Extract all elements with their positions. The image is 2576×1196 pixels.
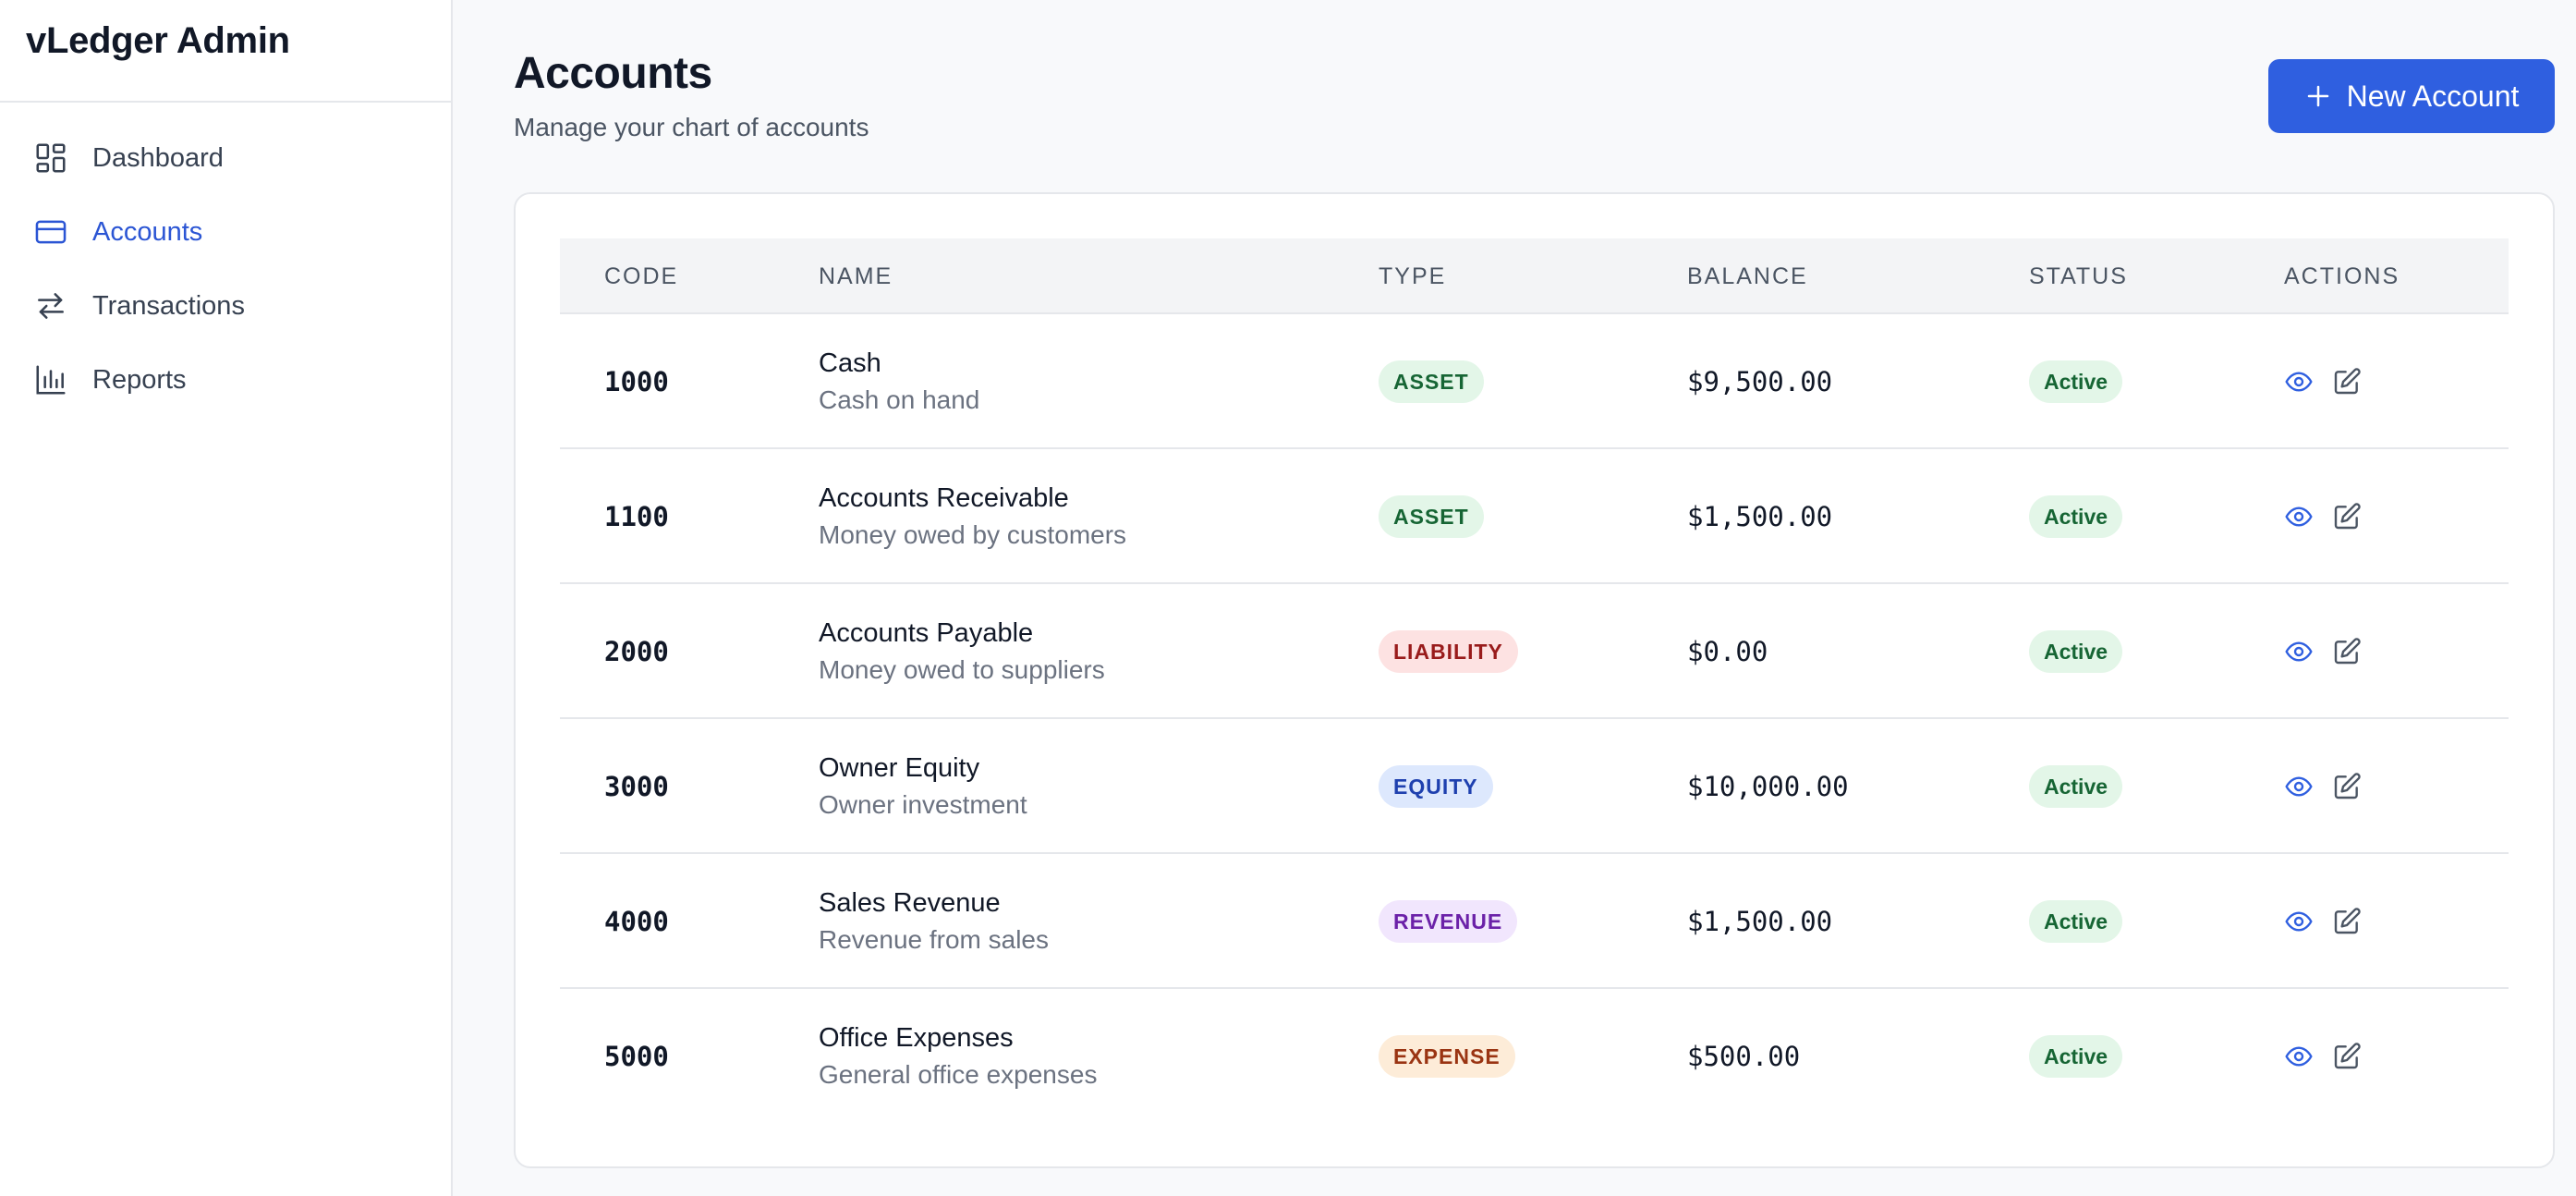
status-badge: Active bbox=[2029, 360, 2123, 403]
edit-icon[interactable] bbox=[2332, 772, 2362, 801]
account-code: 3000 bbox=[604, 771, 669, 802]
account-name: Sales Revenue bbox=[819, 888, 1001, 918]
account-description: Owner investment bbox=[819, 790, 1027, 819]
page-subtitle: Manage your chart of accounts bbox=[514, 113, 869, 141]
sidebar: vLedger Admin Dashboard Accounts Transac… bbox=[0, 0, 453, 1196]
type-badge: REVENUE bbox=[1379, 900, 1518, 943]
sidebar-item-transactions[interactable]: Transactions bbox=[0, 269, 451, 343]
status-badge: Active bbox=[2029, 495, 2123, 538]
view-icon[interactable] bbox=[2284, 637, 2314, 666]
account-balance: $1,500.00 bbox=[1687, 501, 1833, 532]
column-header-code[interactable]: CODE bbox=[604, 238, 678, 314]
page-title: Accounts bbox=[514, 49, 712, 98]
sidebar-item-label: Reports bbox=[92, 364, 187, 395]
bar-chart-icon bbox=[33, 362, 68, 397]
status-badge: Active bbox=[2029, 630, 2123, 673]
account-code: 1100 bbox=[604, 501, 669, 532]
table-row[interactable]: 1000 Cash Cash on hand ASSET $9,500.00 A… bbox=[560, 314, 2509, 449]
status-badge: Active bbox=[2029, 765, 2123, 808]
table-row[interactable]: 1100 Accounts Receivable Money owed by c… bbox=[560, 449, 2509, 584]
main-content: Accounts Manage your chart of accounts N… bbox=[455, 0, 2576, 1196]
sidebar-item-dashboard[interactable]: Dashboard bbox=[0, 121, 451, 195]
view-icon[interactable] bbox=[2284, 1042, 2314, 1071]
account-balance: $500.00 bbox=[1687, 1041, 1801, 1072]
account-code: 1000 bbox=[604, 366, 669, 397]
new-account-label: New Account bbox=[2346, 79, 2520, 113]
type-badge: EXPENSE bbox=[1379, 1035, 1515, 1078]
account-code: 2000 bbox=[604, 636, 669, 667]
column-header-balance[interactable]: BALANCE bbox=[1687, 238, 1808, 314]
app-title: vLedger Admin bbox=[0, 0, 451, 103]
account-code: 4000 bbox=[604, 906, 669, 937]
edit-icon[interactable] bbox=[2332, 502, 2362, 531]
table-row[interactable]: 5000 Office Expenses General office expe… bbox=[560, 989, 2509, 1124]
table-row[interactable]: 2000 Accounts Payable Money owed to supp… bbox=[560, 584, 2509, 719]
view-icon[interactable] bbox=[2284, 502, 2314, 531]
table-row[interactable]: 3000 Owner Equity Owner investment EQUIT… bbox=[560, 719, 2509, 854]
account-description: Money owed to suppliers bbox=[819, 655, 1105, 684]
sidebar-item-accounts[interactable]: Accounts bbox=[0, 195, 451, 269]
account-name: Owner Equity bbox=[819, 753, 980, 783]
account-balance: $0.00 bbox=[1687, 636, 1768, 667]
account-balance: $1,500.00 bbox=[1687, 906, 1833, 937]
status-badge: Active bbox=[2029, 900, 2123, 943]
sidebar-item-label: Transactions bbox=[92, 290, 245, 321]
dashboard-icon bbox=[33, 140, 68, 176]
sidebar-item-label: Dashboard bbox=[92, 142, 224, 173]
table-header: CODE NAME TYPE BALANCE STATUS ACTIONS bbox=[560, 238, 2509, 314]
account-name: Accounts Payable bbox=[819, 618, 1034, 648]
edit-icon[interactable] bbox=[2332, 367, 2362, 397]
plus-icon bbox=[2304, 82, 2332, 110]
account-balance: $10,000.00 bbox=[1687, 771, 1849, 802]
sidebar-item-label: Accounts bbox=[92, 216, 203, 247]
sidebar-item-reports[interactable]: Reports bbox=[0, 343, 451, 417]
account-name: Cash bbox=[819, 348, 881, 378]
account-name: Accounts Receivable bbox=[819, 483, 1069, 513]
column-header-actions: ACTIONS bbox=[2284, 262, 2400, 289]
table-row[interactable]: 4000 Sales Revenue Revenue from sales RE… bbox=[560, 854, 2509, 989]
column-header-status[interactable]: STATUS bbox=[2029, 238, 2128, 314]
type-badge: ASSET bbox=[1379, 495, 1484, 538]
column-header-name[interactable]: NAME bbox=[819, 238, 893, 314]
view-icon[interactable] bbox=[2284, 907, 2314, 936]
sidebar-nav: Dashboard Accounts Transactions Reports bbox=[0, 103, 451, 417]
account-description: Money owed by customers bbox=[819, 520, 1127, 549]
status-badge: Active bbox=[2029, 1035, 2123, 1078]
type-badge: ASSET bbox=[1379, 360, 1484, 403]
account-code: 5000 bbox=[604, 1041, 669, 1072]
edit-icon[interactable] bbox=[2332, 637, 2362, 666]
arrows-swap-icon bbox=[33, 288, 68, 323]
type-badge: EQUITY bbox=[1379, 765, 1493, 808]
accounts-table: CODE NAME TYPE BALANCE STATUS ACTIONS 10… bbox=[560, 238, 2509, 1124]
edit-icon[interactable] bbox=[2332, 907, 2362, 936]
view-icon[interactable] bbox=[2284, 772, 2314, 801]
table-body: 1000 Cash Cash on hand ASSET $9,500.00 A… bbox=[560, 314, 2509, 1124]
account-description: General office expenses bbox=[819, 1060, 1098, 1089]
account-description: Revenue from sales bbox=[819, 925, 1050, 954]
edit-icon[interactable] bbox=[2332, 1042, 2362, 1071]
credit-card-icon bbox=[33, 214, 68, 250]
account-balance: $9,500.00 bbox=[1687, 366, 1833, 397]
type-badge: LIABILITY bbox=[1379, 630, 1518, 673]
column-header-type[interactable]: TYPE bbox=[1379, 238, 1446, 314]
account-description: Cash on hand bbox=[819, 385, 980, 414]
view-icon[interactable] bbox=[2284, 367, 2314, 397]
account-name: Office Expenses bbox=[819, 1023, 1014, 1053]
new-account-button[interactable]: New Account bbox=[2268, 59, 2555, 133]
accounts-card: CODE NAME TYPE BALANCE STATUS ACTIONS 10… bbox=[514, 192, 2555, 1168]
